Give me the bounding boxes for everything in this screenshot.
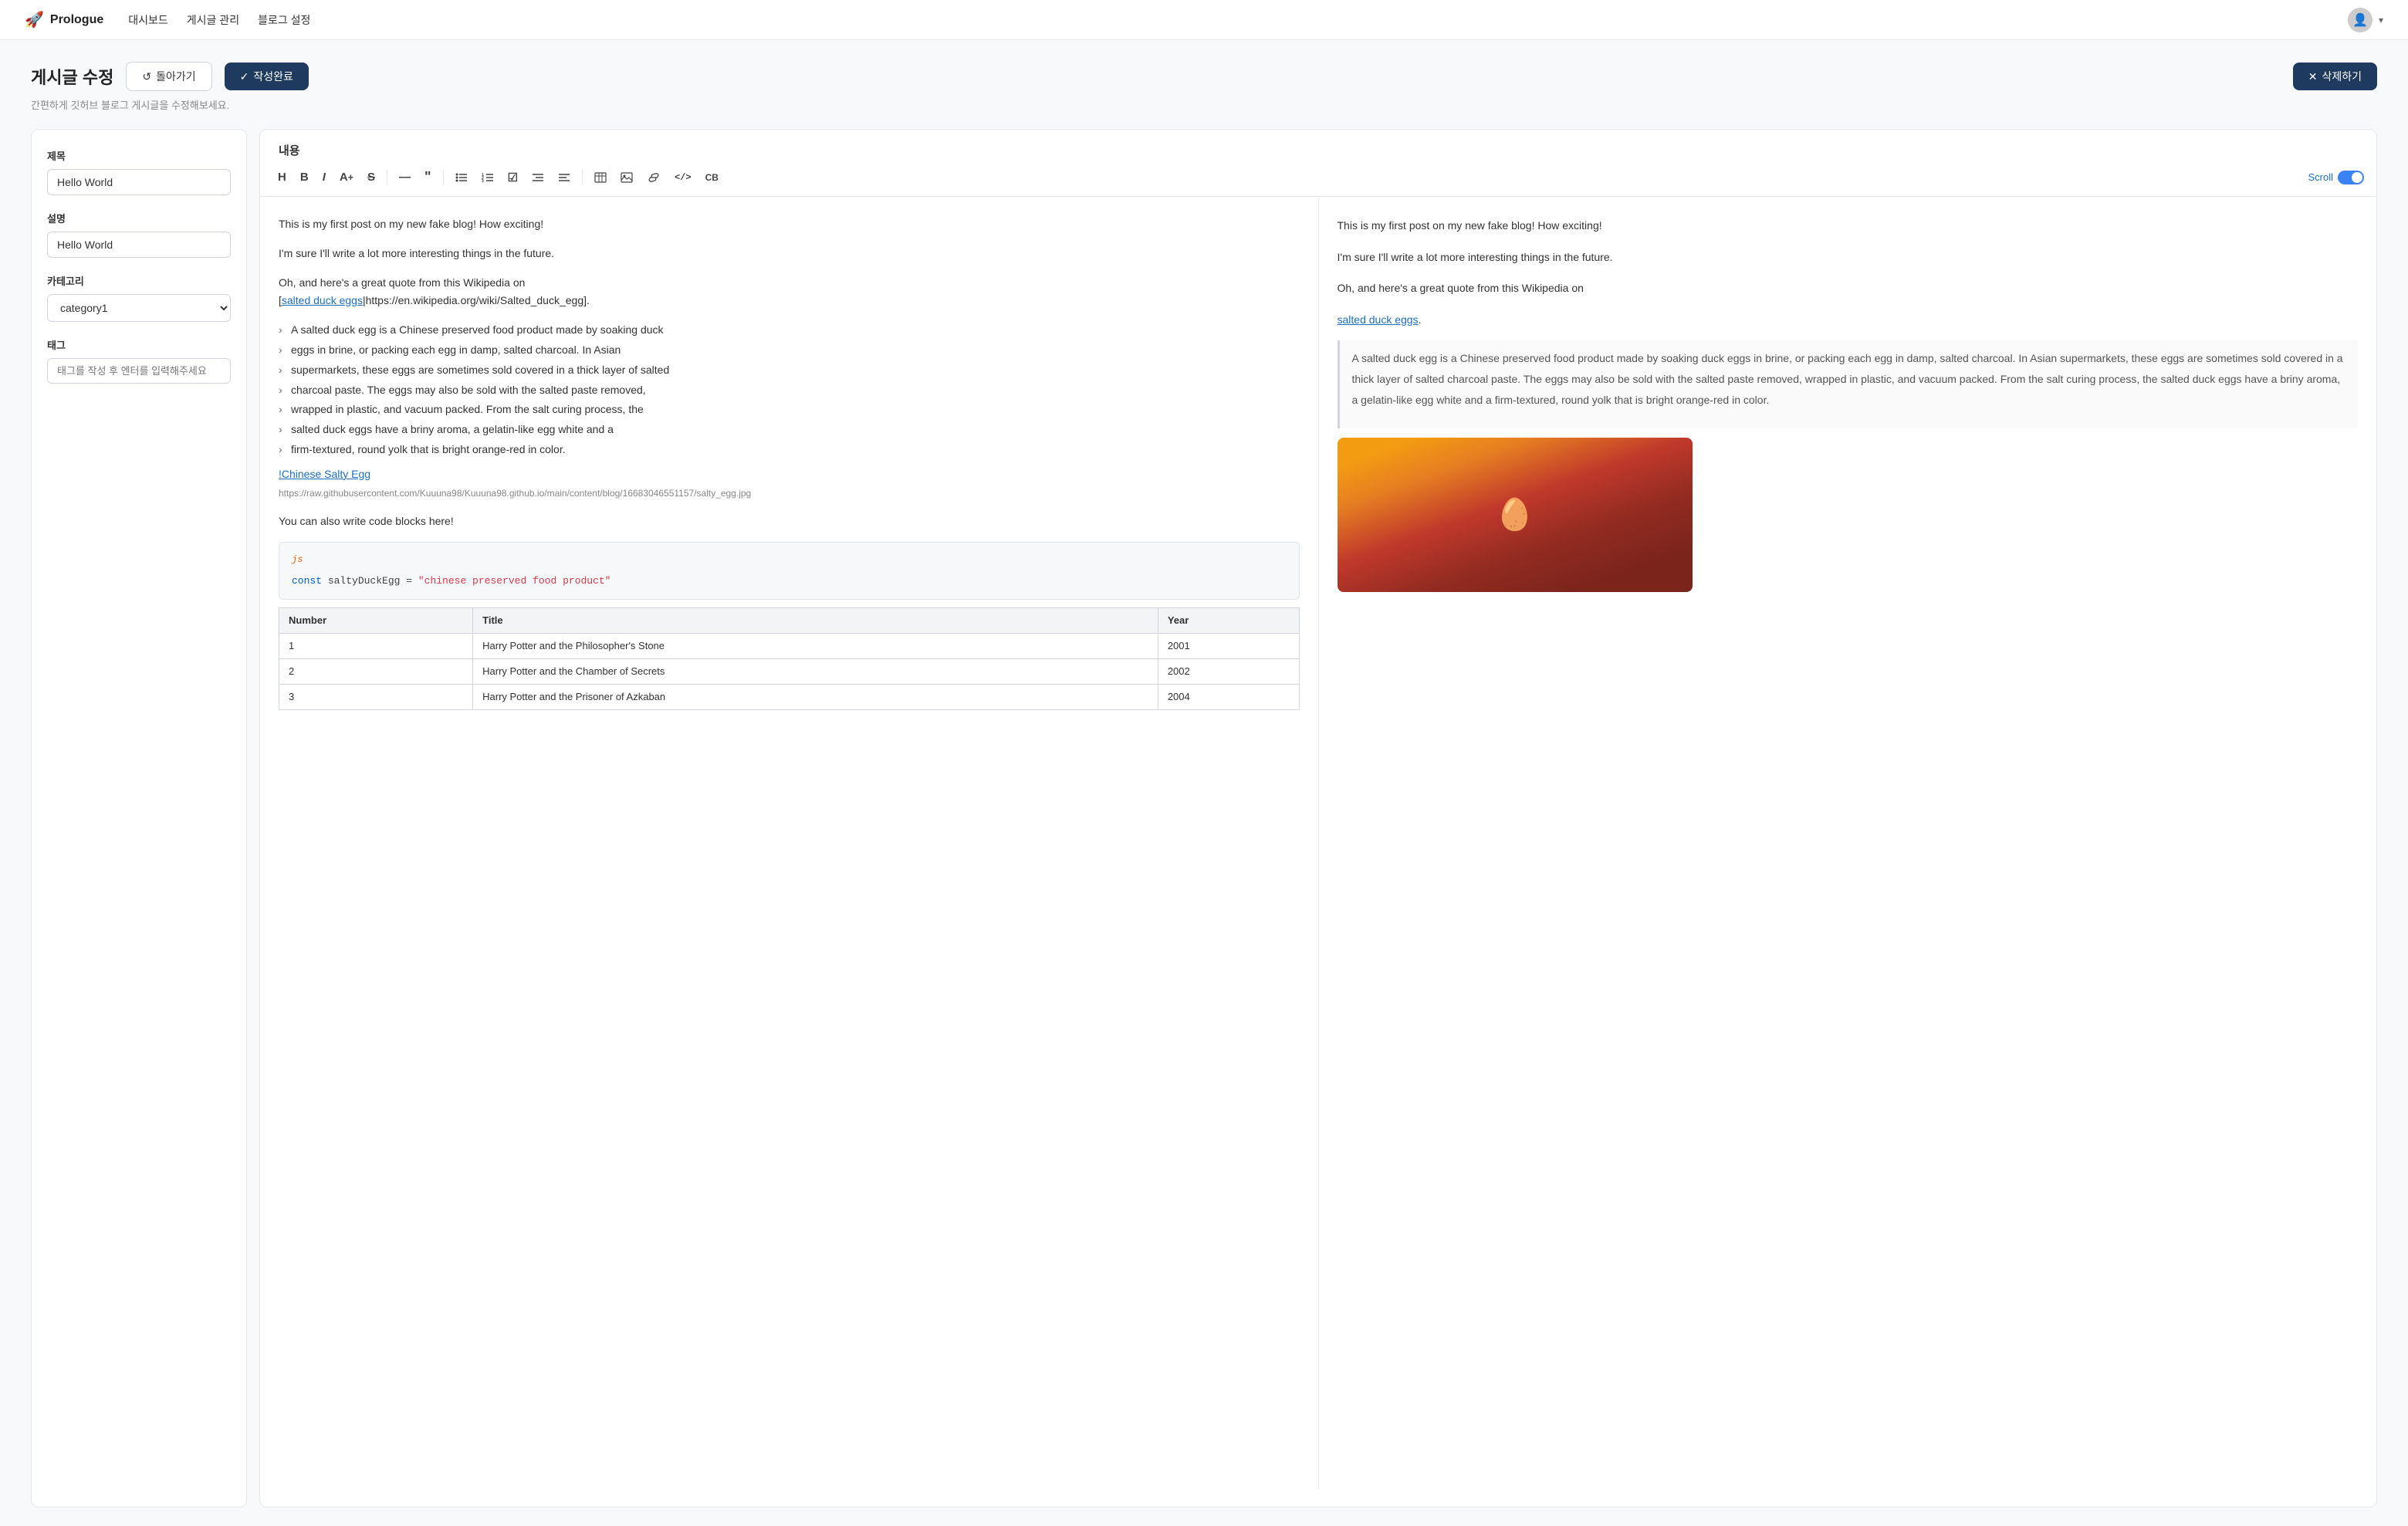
nav-posts[interactable]: 게시글 관리 — [187, 12, 239, 28]
nav-settings[interactable]: 블로그 설정 — [258, 12, 310, 28]
toolbar-link[interactable] — [641, 169, 666, 186]
navbar: 🚀 Prologue 대시보드 게시글 관리 블로그 설정 👤 ▾ — [0, 0, 2408, 40]
avatar[interactable]: 👤 — [2348, 8, 2372, 32]
bq-line-2: eggs in brine, or packing each egg in da… — [279, 341, 1300, 360]
bq-line-7: firm-textured, round yolk that is bright… — [279, 441, 1300, 459]
toolbar-code-block[interactable]: CB — [700, 169, 724, 186]
toolbar-ol[interactable]: 123 — [476, 169, 499, 186]
bq-line-3: supermarkets, these eggs are sometimes s… — [279, 361, 1300, 380]
back-label: 돌아가기 — [156, 69, 196, 84]
toolbar-sep-3 — [582, 170, 583, 185]
source-para2: I'm sure I'll write a lot more interesti… — [279, 245, 1300, 263]
toolbar-image[interactable] — [615, 169, 638, 186]
source-image-link: !Chinese Salty Egg https://raw.githubuse… — [279, 465, 1300, 502]
scroll-label: Scroll — [2308, 171, 2333, 183]
editor-preview: This is my first post on my new fake blo… — [1319, 197, 2377, 1489]
table-header-3: Year — [1158, 607, 1299, 633]
editor-split: This is my first post on my new fake blo… — [260, 197, 2376, 1489]
preview-blockquote: A salted duck egg is a Chinese preserved… — [1338, 340, 2359, 428]
source-para1: This is my first post on my new fake blo… — [279, 215, 1300, 234]
check-icon: ✓ — [240, 70, 249, 83]
navbar-right: 👤 ▾ — [2348, 8, 2383, 32]
scroll-toggle[interactable] — [2338, 171, 2364, 184]
bq-line-5: wrapped in plastic, and vacuum packed. F… — [279, 401, 1300, 419]
preview-link: salted duck eggs. — [1338, 310, 2359, 330]
source-code-block: js const saltyDuckEgg = "chinese preserv… — [279, 542, 1300, 599]
page-subtitle: 간편하게 깃허브 블로그 게시글을 수정해보세요. — [31, 97, 2377, 112]
delete-button[interactable]: ✕ 삭제하기 — [2293, 63, 2377, 90]
tag-input[interactable] — [47, 358, 231, 384]
bq-line-4: charcoal paste. The eggs may also be sol… — [279, 381, 1300, 400]
delete-label: 삭제하기 — [2322, 69, 2362, 84]
preview-image: 🥚 — [1338, 438, 1693, 592]
preview-para3: Oh, and here's a great quote from this W… — [1338, 278, 2359, 299]
table-header-2: Title — [473, 607, 1158, 633]
source-para3: Oh, and here's a great quote from this W… — [279, 274, 1300, 311]
editor-section-label: 내용 — [260, 130, 2376, 158]
title-input[interactable] — [47, 169, 231, 195]
code-line: const saltyDuckEgg = "chinese preserved … — [292, 573, 1287, 590]
complete-button[interactable]: ✓ 작성완료 — [225, 63, 309, 90]
page-header: 게시글 수정 ↺ 돌아가기 ✓ 작성완료 ✕ 삭제하기 간편하게 깃허브 블로그… — [0, 40, 2408, 120]
brand-logo: 🚀 — [25, 10, 44, 29]
svg-text:3: 3 — [482, 179, 484, 183]
category-label: 카테고리 — [47, 273, 231, 288]
source-code-para: You can also write code blocks here! — [279, 513, 1300, 531]
toolbar-hr[interactable]: — — [394, 167, 416, 187]
page-title: 게시글 수정 — [31, 64, 113, 89]
source-blockquote: A salted duck egg is a Chinese preserved… — [279, 321, 1300, 459]
right-panel: 내용 H B I A+ S — " 123 ☑ — [259, 129, 2377, 1507]
table-header-1: Number — [279, 607, 473, 633]
scroll-toggle-area: Scroll — [2308, 171, 2364, 184]
toolbar-indent[interactable] — [526, 169, 550, 186]
toolbar-heading[interactable]: H — [272, 167, 292, 187]
editor-toolbar: H B I A+ S — " 123 ☑ — [260, 158, 2376, 197]
table-row: 1 Harry Potter and the Philosopher's Sto… — [279, 633, 1300, 658]
toolbar-code-inline[interactable]: </> — [669, 169, 697, 186]
toolbar-table[interactable] — [589, 169, 612, 186]
x-icon: ✕ — [2308, 70, 2318, 83]
preview-salted-link[interactable]: salted duck eggs — [1338, 313, 1419, 326]
toolbar-font-size[interactable]: A+ — [334, 167, 359, 187]
table-row: 3 Harry Potter and the Prisoner of Azkab… — [279, 684, 1300, 709]
source-link[interactable]: salted duck eggs — [282, 294, 363, 306]
editor-source[interactable]: This is my first post on my new fake blo… — [260, 197, 1319, 1489]
preview-para1: This is my first post on my new fake blo… — [1338, 215, 2359, 236]
toolbar-outdent[interactable] — [553, 169, 576, 186]
tag-label: 태그 — [47, 337, 231, 352]
source-table: Number Title Year 1 Harry Potter and the… — [279, 607, 1300, 710]
bq-line-6: salted duck eggs have a briny aroma, a g… — [279, 421, 1300, 439]
toolbar-strikethrough[interactable]: S — [362, 167, 380, 187]
complete-label: 작성완료 — [253, 69, 293, 84]
toggle-dot — [2352, 172, 2362, 183]
code-lang: js — [292, 552, 303, 567]
main-layout: 제목 설명 카테고리 category1 category2 category3… — [0, 120, 2408, 1526]
nav-dashboard[interactable]: 대시보드 — [128, 12, 168, 28]
nav-links: 대시보드 게시글 관리 블로그 설정 — [128, 12, 310, 28]
toolbar-ul[interactable] — [450, 169, 473, 186]
toolbar-italic[interactable]: I — [317, 167, 331, 187]
toolbar-sep-2 — [443, 170, 444, 185]
toolbar-bold[interactable]: B — [295, 167, 314, 187]
table-row: 2 Harry Potter and the Chamber of Secret… — [279, 658, 1300, 684]
bq-line-1: A salted duck egg is a Chinese preserved… — [279, 321, 1300, 340]
back-button[interactable]: ↺ 돌아가기 — [126, 62, 211, 91]
toolbar-checkbox[interactable]: ☑ — [502, 167, 523, 188]
category-select[interactable]: category1 category2 category3 — [47, 294, 231, 322]
toolbar-quote[interactable]: " — [419, 166, 437, 188]
desc-input[interactable] — [47, 232, 231, 258]
refresh-icon: ↺ — [142, 70, 151, 83]
brand-name: Prologue — [50, 13, 103, 27]
desc-label: 설명 — [47, 211, 231, 225]
title-label: 제목 — [47, 148, 231, 163]
chevron-down-icon: ▾ — [2379, 15, 2383, 25]
egg-image: 🥚 — [1338, 438, 1693, 592]
left-panel: 제목 설명 카테고리 category1 category2 category3… — [31, 129, 247, 1507]
preview-para2: I'm sure I'll write a lot more interesti… — [1338, 247, 2359, 268]
brand: 🚀 Prologue — [25, 10, 103, 29]
